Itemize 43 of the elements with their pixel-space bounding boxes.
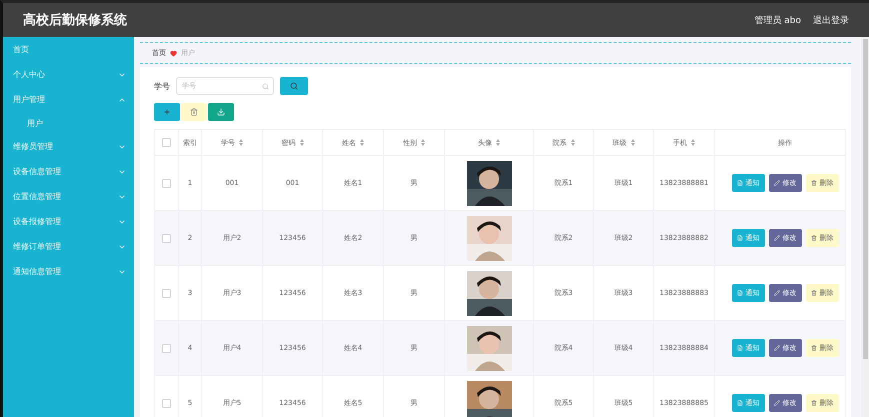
- delete-button[interactable]: [181, 103, 207, 121]
- trash-icon: [810, 180, 816, 186]
- pencil-icon: [774, 290, 780, 296]
- app-title: 高校后勤保修系统: [23, 12, 128, 29]
- sort-icon: [496, 139, 500, 146]
- search-icon: [262, 82, 269, 90]
- sort-icon: [360, 139, 364, 146]
- pencil-icon: [774, 235, 780, 241]
- document-icon: [736, 400, 742, 406]
- document-icon: [736, 290, 742, 296]
- logout-link[interactable]: 退出登录: [813, 14, 849, 26]
- checkbox[interactable]: [162, 398, 171, 408]
- plus-icon: [163, 108, 171, 116]
- pencil-icon: [774, 400, 780, 406]
- checkbox[interactable]: [162, 288, 171, 298]
- checkbox[interactable]: [162, 178, 171, 188]
- trash-icon: [810, 235, 816, 241]
- download-button[interactable]: [208, 103, 234, 121]
- search-label: 学号: [154, 80, 170, 92]
- pencil-icon: [774, 345, 780, 351]
- sort-icon: [691, 139, 695, 146]
- sort-icon: [239, 139, 243, 146]
- sort-icon: [300, 139, 304, 146]
- user-name: 管理员 abo: [754, 14, 801, 26]
- checkbox[interactable]: [162, 344, 171, 352]
- document-icon: [736, 345, 742, 351]
- trash-icon: [810, 400, 816, 406]
- checkbox[interactable]: [162, 234, 171, 242]
- sort-icon: [421, 139, 425, 146]
- checkbox[interactable]: [162, 138, 171, 147]
- document-icon: [736, 180, 742, 186]
- sort-icon: [630, 139, 634, 146]
- heart-icon: [170, 50, 177, 56]
- trash-icon: [810, 290, 816, 296]
- pencil-icon: [774, 180, 780, 186]
- search-button[interactable]: [280, 77, 308, 95]
- scrollbar-thumb[interactable]: [862, 39, 868, 359]
- document-icon: [736, 235, 742, 241]
- sort-icon: [570, 139, 574, 146]
- download-icon: [217, 108, 225, 116]
- trash-icon: [190, 108, 198, 116]
- search-icon: [290, 82, 298, 90]
- trash-icon: [810, 345, 816, 351]
